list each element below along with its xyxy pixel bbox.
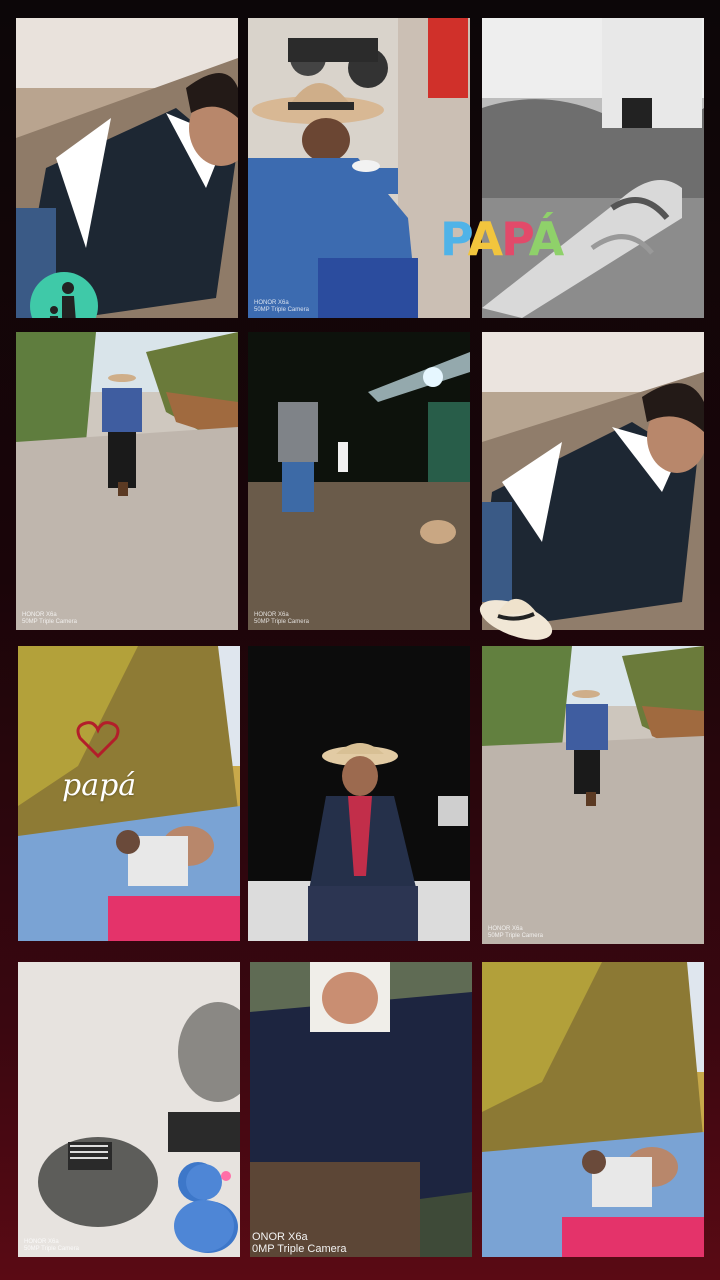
camera-watermark-large: ONOR X6a 0MP Triple Camera: [252, 1231, 347, 1255]
father-child-silhouette-icon: [28, 270, 100, 318]
photo-man-walking-road-2[interactable]: HONOR X6a 50MP Triple Camera: [482, 646, 704, 944]
photo-man-with-hat-eating[interactable]: HONOR X6a 50MP Triple Camera: [248, 18, 470, 318]
emoji-hug-sticker-icon: [166, 1160, 240, 1256]
photo-man-night-seated[interactable]: [248, 646, 470, 941]
photo-woman-selfie-1[interactable]: [16, 18, 238, 318]
camera-watermark: HONOR X6a 50MP Triple Camera: [254, 612, 309, 625]
camera-watermark: HONOR X6a 50MP Triple Camera: [24, 1239, 79, 1252]
papa-script-sticker: papá: [62, 768, 137, 803]
camera-watermark: HONOR X6a 50MP Triple Camera: [254, 300, 309, 313]
heart-icon: [76, 720, 120, 760]
cowboy-hat-sticker-icon: [474, 582, 558, 644]
photo-man-walking-night[interactable]: HONOR X6a 50MP Triple Camera: [248, 332, 470, 630]
papa-title-sticker: PAPÁ: [440, 212, 564, 266]
photo-man-walking-road-1[interactable]: HONOR X6a 50MP Triple Camera: [16, 332, 238, 630]
camera-watermark: HONOR X6a 50MP Triple Camera: [22, 612, 77, 625]
photo-bw-wrist-bracelet[interactable]: [482, 18, 704, 318]
photo-jeans-closeup[interactable]: ONOR X6a 0MP Triple Camera: [250, 962, 472, 1257]
photo-family-hillside-2[interactable]: [482, 962, 704, 1257]
camera-watermark: HONOR X6a 50MP Triple Camera: [488, 926, 543, 939]
